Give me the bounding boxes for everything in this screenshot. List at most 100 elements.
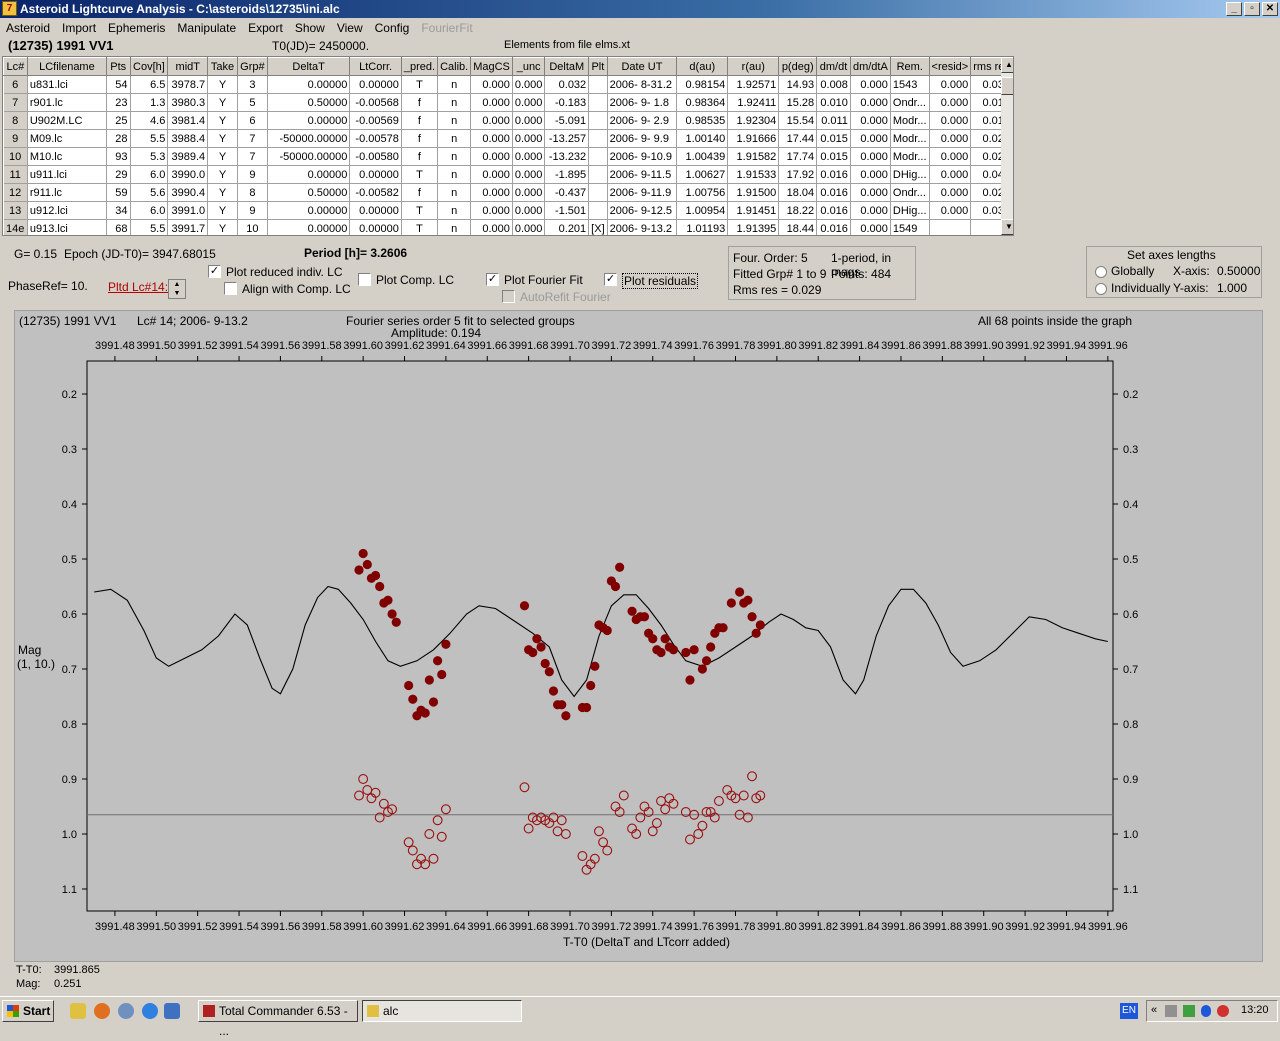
table-cell[interactable]: 0.000 — [929, 165, 972, 184]
table-cell[interactable]: 18.04 — [778, 183, 818, 202]
table-cell[interactable]: 1.91533 — [727, 165, 780, 184]
table-cell[interactable]: 6 — [3, 75, 28, 94]
table-cell[interactable]: 2006- 8-31.2 — [607, 75, 678, 94]
table-cell[interactable] — [588, 93, 608, 112]
table-cell[interactable]: 12 — [3, 183, 28, 202]
table-cell[interactable]: 0.000 — [470, 201, 513, 220]
table-cell[interactable]: f — [401, 183, 439, 202]
table-cell[interactable]: f — [401, 93, 439, 112]
table-cell[interactable]: n — [437, 219, 472, 235]
menu-manipulate[interactable]: Manipulate — [171, 19, 242, 37]
table-cell[interactable]: Y — [207, 165, 238, 184]
table-cell[interactable]: Y — [207, 183, 238, 202]
table-cell[interactable]: 0.000 — [850, 201, 891, 220]
table-cell[interactable]: 8 — [237, 183, 268, 202]
pltd-lc-link[interactable]: Pltd Lc#14: — [108, 280, 168, 294]
table-cell[interactable]: 17.92 — [778, 165, 818, 184]
scroll-up-button[interactable]: ▲ — [1001, 57, 1013, 73]
table-row[interactable]: 14e u913.lci 68 5.5 3991.7 Y 10 0.00000 0.00000 T… — [3, 219, 1013, 235]
lightcurve-point[interactable] — [354, 565, 364, 575]
menu-config[interactable]: Config — [369, 19, 416, 37]
table-cell[interactable]: 0.000 — [470, 129, 513, 148]
tray-network-icon[interactable] — [1165, 1005, 1177, 1017]
lightcurve-point[interactable] — [656, 647, 666, 658]
table-cell[interactable]: 0.016 — [816, 165, 851, 184]
table-cell[interactable]: 68 — [106, 219, 131, 235]
table-cell[interactable]: n — [437, 75, 472, 94]
lightcurve-point[interactable] — [387, 609, 397, 619]
language-indicator[interactable]: EN — [1120, 1003, 1138, 1019]
table-cell[interactable]: u831.lci — [27, 75, 107, 94]
table-cell[interactable]: 0.000 — [850, 147, 891, 166]
table-cell[interactable]: 2006- 9-11.5 — [607, 165, 678, 184]
plot-reduced-checkbox[interactable]: ✓ — [208, 265, 221, 278]
table-cell[interactable]: 0.50000 — [267, 93, 351, 112]
table-cell[interactable]: 3988.4 — [167, 129, 209, 148]
table-cell[interactable]: 3980.3 — [167, 93, 209, 112]
table-cell[interactable]: 1.00439 — [676, 147, 729, 166]
column-header[interactable]: Plt — [588, 57, 608, 76]
table-cell[interactable]: 6 — [237, 111, 268, 130]
table-cell[interactable]: 0.98154 — [676, 75, 729, 94]
lightcurve-point[interactable] — [528, 647, 538, 658]
table-row[interactable]: 8 U902M.LC 25 4.6 3981.4 Y 6 0.00000 -0.00569 f n 0… — [3, 111, 1013, 130]
table-cell[interactable]: 1.91666 — [727, 129, 780, 148]
table-cell[interactable]: 0.000 — [470, 93, 513, 112]
lightcurve-point[interactable] — [755, 620, 765, 630]
lightcurve-chart[interactable]: 3991.483991.483991.503991.503991.523991.… — [15, 311, 1264, 963]
table-cell[interactable]: 59 — [106, 183, 131, 202]
table-cell[interactable]: 0.011 — [816, 111, 851, 130]
table-cell[interactable]: 3991.7 — [167, 219, 209, 235]
lightcurve-point[interactable] — [590, 661, 600, 671]
lightcurve-point[interactable] — [747, 612, 757, 622]
table-cell[interactable]: 14e — [3, 219, 28, 235]
lightcurve-point[interactable] — [519, 601, 530, 611]
table-cell[interactable]: 2006- 9- 1.8 — [607, 93, 678, 112]
table-cell[interactable]: 0.00000 — [349, 219, 402, 235]
table-row[interactable]: 11 u911.lci 29 6.0 3990.0 Y 9 0.00000 0.00000 Tn 0… — [3, 165, 1013, 184]
table-cell[interactable]: 29 — [106, 165, 131, 184]
lightcurve-point[interactable] — [362, 559, 372, 570]
table-cell[interactable]: n — [437, 111, 472, 130]
table-cell[interactable]: 9 — [237, 165, 268, 184]
table-cell[interactable]: 2006- 9-10.9 — [607, 147, 678, 166]
spin-up-icon[interactable]: ▲ — [169, 280, 185, 289]
table-cell[interactable]: T — [401, 219, 439, 235]
table-cell[interactable]: 0.98364 — [676, 93, 729, 112]
column-header[interactable]: MagCS — [470, 57, 513, 76]
table-row[interactable]: 13 u912.lci 34 6.0 3991.0 Y 9 0.00000 0.00000 Tn 0… — [3, 201, 1013, 220]
lightcurve-point[interactable] — [701, 656, 712, 666]
lightcurve-point[interactable] — [660, 634, 670, 644]
table-cell[interactable]: 13 — [3, 201, 28, 220]
lightcurve-point[interactable] — [557, 700, 567, 710]
ie-icon[interactable] — [142, 1003, 158, 1019]
lightcurve-point[interactable] — [540, 658, 550, 669]
table-cell[interactable]: 7 — [237, 147, 268, 166]
table-cell[interactable]: -0.00578 — [349, 129, 402, 148]
table-cell[interactable]: 0.000 — [929, 183, 972, 202]
table-cell[interactable]: 1.01193 — [676, 219, 729, 235]
table-cell[interactable]: 2006- 9-11.9 — [607, 183, 678, 202]
lightcurve-point[interactable] — [408, 694, 418, 704]
table-cell[interactable]: 7 — [3, 93, 28, 112]
lightcurve-point[interactable] — [375, 581, 385, 592]
plot-comp-checkbox[interactable] — [358, 273, 371, 286]
table-cell[interactable]: [X] — [588, 219, 608, 235]
table-cell[interactable]: 0.000 — [512, 183, 546, 202]
table-cell[interactable] — [588, 129, 608, 148]
lightcurve-point[interactable] — [743, 595, 753, 605]
firefox-icon[interactable] — [94, 1003, 110, 1019]
table-cell[interactable]: 0.000 — [929, 201, 972, 220]
table-cell[interactable]: 1.00140 — [676, 129, 729, 148]
table-cell[interactable]: Y — [207, 93, 238, 112]
table-cell[interactable]: T — [401, 165, 439, 184]
table-cell[interactable]: 28 — [106, 129, 131, 148]
tray-expand-icon[interactable]: « — [1151, 1004, 1157, 1016]
table-cell[interactable]: 0.00000 — [267, 111, 351, 130]
table-cell[interactable]: 0.00000 — [267, 165, 351, 184]
lightcurve-point[interactable] — [639, 612, 650, 622]
table-cell[interactable]: 9 — [3, 129, 28, 148]
globally-radio[interactable] — [1095, 266, 1107, 278]
table-cell[interactable]: 0.000 — [470, 165, 513, 184]
table-cell[interactable]: -0.437 — [544, 183, 590, 202]
